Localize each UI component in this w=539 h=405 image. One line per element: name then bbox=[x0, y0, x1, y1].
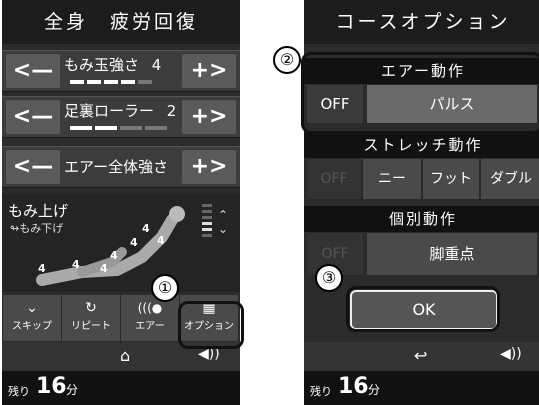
option-title: コースオプション bbox=[304, 0, 539, 44]
strength-row-2: <— 足裏ローラー 2 +> bbox=[2, 96, 240, 138]
nav-bar: ↩ ◀)) bbox=[304, 342, 539, 372]
air-icon: (((● bbox=[137, 301, 163, 315]
back-icon[interactable]: ↩ bbox=[414, 346, 427, 365]
decrease-button[interactable]: <— bbox=[6, 100, 60, 134]
increase-button[interactable]: +> bbox=[182, 100, 236, 134]
volume-icon[interactable]: ◀)) bbox=[500, 346, 522, 362]
callout-3: ③ bbox=[315, 264, 343, 292]
stretch-off-button[interactable]: OFF bbox=[306, 158, 362, 200]
repeat-icon: ↻ bbox=[85, 300, 97, 316]
status-footer: 残り 16 分 bbox=[304, 371, 539, 405]
increase-button[interactable]: +> bbox=[182, 54, 236, 88]
level-mark: 4 bbox=[72, 258, 80, 271]
row-label-text: もみ玉強さ bbox=[64, 56, 140, 74]
callout-1: ① bbox=[151, 274, 179, 302]
row-value: 2 bbox=[166, 102, 177, 120]
repeat-button[interactable]: ↻ リピート bbox=[61, 294, 121, 342]
status-footer: 残り 16 分 bbox=[2, 371, 240, 405]
option-highlight-frame bbox=[178, 301, 244, 349]
level-mark: 4 bbox=[130, 236, 138, 249]
skip-label: スキップ bbox=[12, 321, 52, 332]
level-bars bbox=[70, 80, 152, 84]
strength-row-1: <— もみ玉強さ 4 +> bbox=[2, 50, 240, 92]
level-mark: 4 bbox=[38, 262, 46, 275]
leg-focus-button[interactable]: 脚重点 bbox=[366, 232, 538, 276]
individual-header: 個別動作 bbox=[304, 206, 539, 232]
row-label: 足裏ローラー 2 bbox=[64, 100, 178, 134]
decrease-button[interactable]: <— bbox=[6, 150, 60, 184]
ok-highlight-frame bbox=[346, 286, 500, 332]
callout-2: ② bbox=[273, 46, 301, 74]
chevron-down-icon: ⌄ bbox=[26, 300, 38, 316]
position-adjust-icon[interactable]: ⌃ ⌄ bbox=[218, 208, 228, 236]
stretch-header: ストレッチ動作 bbox=[304, 132, 539, 158]
remain-value: 16 bbox=[338, 374, 369, 399]
row-label-text: 足裏ローラー bbox=[64, 102, 155, 120]
level-mark: 4 bbox=[100, 262, 108, 275]
stretch-foot-button[interactable]: フット bbox=[422, 158, 480, 200]
level-mark: 4 bbox=[110, 249, 118, 262]
level-mark: 4 bbox=[142, 222, 150, 235]
position-scale bbox=[202, 204, 212, 252]
remain-label: 残り bbox=[8, 385, 30, 398]
air-label: エアー bbox=[135, 321, 165, 332]
row-label: エアー全体強さ bbox=[64, 150, 178, 184]
remain-unit: 分 bbox=[368, 383, 381, 397]
decrease-button[interactable]: <— bbox=[6, 54, 60, 88]
home-icon[interactable]: ⌂ bbox=[120, 346, 130, 365]
course-title: 全身 疲労回復 bbox=[2, 0, 240, 44]
row-label: もみ玉強さ 4 bbox=[64, 54, 178, 88]
remain-value: 16 bbox=[36, 374, 67, 399]
repeat-label: リピート bbox=[71, 321, 111, 332]
level-mark: 4 bbox=[157, 234, 165, 247]
body-position-display: もみ上げ ↬もみ下げ 4 4 4 4 4 4 4 ⌃ ⌄ bbox=[2, 194, 240, 292]
row-value: 4 bbox=[151, 56, 162, 74]
strength-row-3: <— エアー全体強さ +> bbox=[2, 146, 240, 188]
increase-button[interactable]: +> bbox=[182, 150, 236, 184]
level-bars bbox=[70, 126, 167, 130]
air-highlight-frame bbox=[301, 52, 539, 134]
skip-button[interactable]: ⌄ スキップ bbox=[2, 294, 62, 342]
remain-unit: 分 bbox=[66, 383, 79, 397]
row-label-text: エアー全体強さ bbox=[64, 158, 169, 176]
remain-label: 残り bbox=[310, 385, 332, 398]
stretch-knee-button[interactable]: ニー bbox=[362, 158, 422, 200]
stretch-double-button[interactable]: ダブル bbox=[480, 158, 539, 200]
air-button[interactable]: (((● エアー bbox=[120, 294, 180, 342]
